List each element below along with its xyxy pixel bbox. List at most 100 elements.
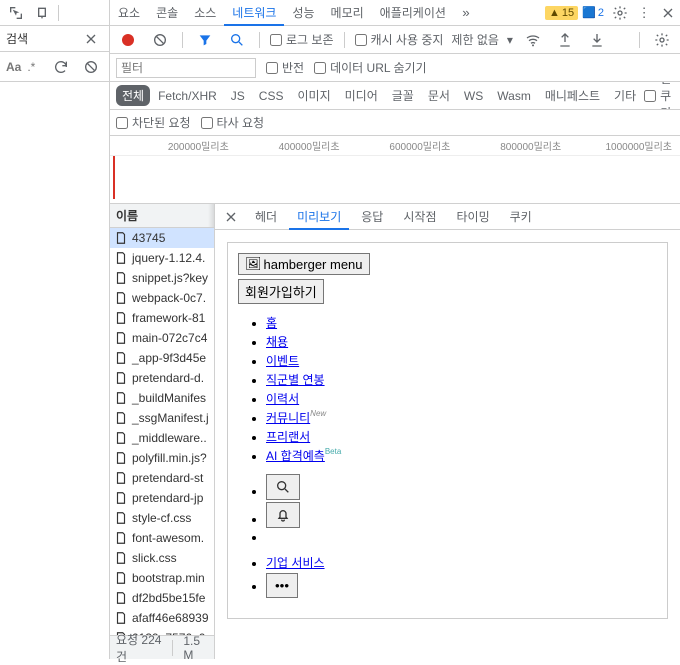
nav-link[interactable]: 프리랜서 <box>266 430 310 444</box>
tab-memory[interactable]: 메모리 <box>323 0 372 25</box>
blocked-cookies-checkbox[interactable]: 차단된 쿠키 있음 <box>644 82 674 110</box>
names-header[interactable]: 이름 <box>110 204 214 228</box>
type-chip-JS[interactable]: JS <box>225 87 251 105</box>
preview-search-button[interactable] <box>266 474 300 500</box>
kebab-icon[interactable]: ⋮ <box>632 2 656 24</box>
type-chip-글꼴[interactable]: 글꼴 <box>386 85 420 106</box>
tab-cookies[interactable]: 쿠키 <box>502 204 540 229</box>
corp-service-link[interactable]: 기업 서비스 <box>266 556 325 570</box>
refresh-icon[interactable] <box>49 56 73 78</box>
device-icon[interactable] <box>30 2 54 24</box>
throttle-select[interactable]: 제한 없음 <box>451 31 499 48</box>
transfer-size: 1.5 M <box>183 634 208 662</box>
more-tabs-icon[interactable]: » <box>454 2 478 24</box>
tab-response[interactable]: 응답 <box>353 204 391 229</box>
info-badge[interactable]: 🟦 2 <box>578 5 608 20</box>
type-chip-Fetch/XHR[interactable]: Fetch/XHR <box>152 87 223 105</box>
request-row[interactable]: polyfill.min.js? <box>110 448 214 468</box>
gear-icon[interactable] <box>650 29 674 51</box>
download-icon[interactable] <box>585 29 609 51</box>
filter-icon[interactable] <box>193 29 217 51</box>
left-find-row: Aa .* <box>0 52 109 82</box>
preview-bell-button[interactable] <box>266 502 300 528</box>
tab-console[interactable]: 콘솔 <box>148 0 186 25</box>
names-list[interactable]: 43745jquery-1.12.4.snippet.js?keywebpack… <box>110 228 214 635</box>
request-row[interactable]: jquery-1.12.4. <box>110 248 214 268</box>
blocked-requests-checkbox[interactable]: 차단된 요청 <box>116 114 191 131</box>
request-row[interactable]: _ssgManifest.j <box>110 408 214 428</box>
type-chip-전체[interactable]: 전체 <box>116 85 150 106</box>
tab-sources[interactable]: 소스 <box>186 0 224 25</box>
clear-icon[interactable] <box>79 56 103 78</box>
aa-label[interactable]: Aa <box>6 60 21 74</box>
close-detail-icon[interactable] <box>219 206 243 228</box>
nav-link[interactable]: 직군별 연봉 <box>266 373 325 387</box>
disable-cache-checkbox[interactable]: 캐시 사용 중지 <box>355 31 444 48</box>
request-row[interactable]: font-awesom. <box>110 528 214 548</box>
sub-filters: 차단된 요청 타사 요청 <box>110 110 680 136</box>
filter-input[interactable] <box>116 58 256 78</box>
timeline[interactable]: 200000밀리초400000밀리초600000밀리초800000밀리초1000… <box>110 136 680 204</box>
close-icon[interactable] <box>79 28 103 50</box>
request-row[interactable]: pretendard-jp <box>110 488 214 508</box>
hide-dataurl-checkbox[interactable]: 데이터 URL 숨기기 <box>314 59 426 76</box>
tab-timing[interactable]: 타이밍 <box>448 204 497 229</box>
search-icon[interactable] <box>225 29 249 51</box>
record-button[interactable] <box>116 29 140 51</box>
request-row[interactable]: df2bd5be15fe <box>110 588 214 608</box>
request-row[interactable]: bootstrap.min <box>110 568 214 588</box>
upload-icon[interactable] <box>553 29 577 51</box>
nav-link[interactable]: 커뮤니티 <box>266 411 310 425</box>
type-chip-기타[interactable]: 기타 <box>608 85 642 106</box>
tab-headers[interactable]: 헤더 <box>247 204 285 229</box>
broken-image-icon: hamberger menu <box>245 256 363 272</box>
request-row[interactable]: afaff46e68939 <box>110 608 214 628</box>
request-row[interactable]: webpack-0c7. <box>110 288 214 308</box>
tab-performance[interactable]: 성능 <box>284 0 322 25</box>
type-chip-Wasm[interactable]: Wasm <box>491 87 537 105</box>
request-row[interactable]: _app-9f3d45e <box>110 348 214 368</box>
preserve-log-checkbox[interactable]: 로그 보존 <box>270 31 334 48</box>
third-party-checkbox[interactable]: 타사 요청 <box>201 114 265 131</box>
request-row[interactable]: 43745 <box>110 228 214 248</box>
request-row[interactable]: pretendard-d. <box>110 368 214 388</box>
nav-link[interactable]: 이력서 <box>266 392 299 406</box>
signup-button[interactable]: 회원가입하기 <box>238 279 324 304</box>
type-chip-이미지[interactable]: 이미지 <box>291 85 336 106</box>
type-chip-WS[interactable]: WS <box>458 87 489 105</box>
warnings-badge[interactable]: ▲ 15 <box>545 6 578 20</box>
hamburger-button[interactable]: hamberger menu <box>238 253 370 275</box>
type-chip-매니페스트[interactable]: 매니페스트 <box>539 85 606 106</box>
inspect-icon[interactable] <box>4 2 28 24</box>
request-row[interactable]: slick.css <box>110 548 214 568</box>
type-chip-미디어[interactable]: 미디어 <box>339 85 384 106</box>
preview-icon-list <box>266 474 657 544</box>
type-chip-문서[interactable]: 문서 <box>422 85 456 106</box>
nav-link[interactable]: 홈 <box>266 316 277 330</box>
type-chip-CSS[interactable]: CSS <box>253 87 290 105</box>
request-row[interactable]: pretendard-st <box>110 468 214 488</box>
invert-checkbox[interactable]: 반전 <box>266 59 304 76</box>
tab-elements[interactable]: 요소 <box>110 0 148 25</box>
nav-link[interactable]: AI 합격예측 <box>266 449 325 463</box>
chevron-down-icon[interactable]: ▾ <box>507 33 513 47</box>
nav-link[interactable]: 채용 <box>266 335 288 349</box>
clear-button[interactable] <box>148 29 172 51</box>
request-row[interactable]: framework-81 <box>110 308 214 328</box>
request-row[interactable]: _middleware.. <box>110 428 214 448</box>
left-search-row: 검색 <box>0 26 109 52</box>
request-row[interactable]: snippet.js?key <box>110 268 214 288</box>
request-row[interactable]: main-072c7c4 <box>110 328 214 348</box>
wifi-icon[interactable] <box>521 29 545 51</box>
nav-link[interactable]: 이벤트 <box>266 354 299 368</box>
tab-application[interactable]: 애플리케이션 <box>372 0 454 25</box>
request-row[interactable]: style-cf.css <box>110 508 214 528</box>
request-row[interactable]: _buildManifes <box>110 388 214 408</box>
regex-label[interactable]: .* <box>27 60 35 74</box>
preview-more-button[interactable]: ••• <box>266 573 298 598</box>
close-devtools-icon[interactable] <box>656 2 680 24</box>
settings-icon[interactable] <box>608 2 632 24</box>
tab-preview[interactable]: 미리보기 <box>289 205 349 230</box>
tab-initiator[interactable]: 시작점 <box>395 204 444 229</box>
tab-network[interactable]: 네트워크 <box>224 1 284 26</box>
